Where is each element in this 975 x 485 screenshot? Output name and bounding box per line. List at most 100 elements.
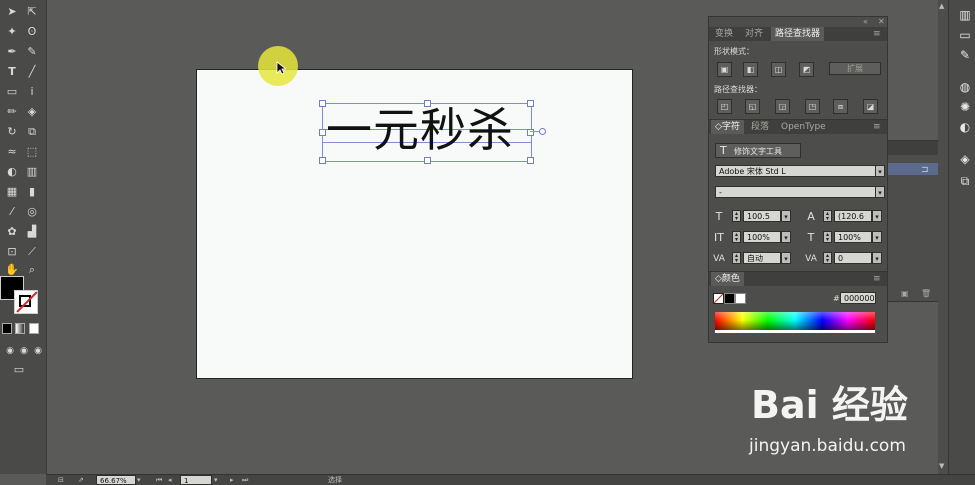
close-panel-icon[interactable]: ✕ (874, 15, 889, 29)
scale-icon[interactable]: ⧉ (24, 124, 40, 140)
stroke-swatch[interactable] (14, 290, 38, 314)
new-layer-icon[interactable]: ▣ (897, 287, 913, 301)
eyedropper-icon[interactable]: ⁄ (4, 204, 20, 220)
color-mode-icon[interactable] (2, 323, 12, 334)
column-graph-icon[interactable]: ▟ (24, 224, 40, 240)
handle-bottom-left[interactable] (319, 157, 326, 164)
selection-icon[interactable]: ➤ (4, 4, 20, 20)
unite-button[interactable]: ▣ (717, 62, 732, 77)
blend-icon[interactable]: ◎ (24, 204, 40, 220)
color-guide-icon[interactable]: ▥ (958, 8, 972, 22)
tracking-stepper[interactable]: ▴ ▾ (823, 252, 832, 264)
tracking-dropdown-icon[interactable]: ▾ (872, 252, 882, 264)
swatches-icon[interactable]: ▭ (958, 28, 972, 42)
rectangle-icon[interactable]: ▭ (4, 84, 20, 100)
white-bar[interactable] (715, 330, 875, 333)
expand-button[interactable]: 扩展 (829, 62, 881, 75)
vertical-scrollbar[interactable]: ▲ ▼ (938, 0, 948, 474)
leading-field[interactable]: (120.6 (834, 210, 872, 222)
brush-icon[interactable]: ⅰ (24, 84, 40, 100)
horizontal-scale-dropdown-icon[interactable]: ▾ (872, 231, 882, 243)
none-swatch-icon[interactable] (713, 293, 724, 304)
handle-middle-left[interactable] (319, 129, 326, 136)
lasso-icon[interactable]: ʘ (24, 24, 40, 40)
font-style-dropdown-icon[interactable]: ▾ (875, 186, 885, 198)
perspective-icon[interactable]: ▥ (24, 164, 40, 180)
layer-target-icon[interactable]: ⊐ (917, 163, 933, 177)
vertical-scale-field[interactable]: 100% (743, 231, 781, 243)
pencil-icon[interactable]: ✏ (4, 104, 20, 120)
leading-dropdown-icon[interactable]: ▾ (872, 210, 882, 222)
text-thread-port[interactable] (539, 128, 546, 135)
panel-menu-icon[interactable]: ≡ (869, 27, 885, 41)
mesh-icon[interactable]: ▦ (4, 184, 20, 200)
vertical-scale-stepper[interactable]: ▴ ▾ (732, 231, 741, 243)
tab-character[interactable]: ◇字符 (711, 120, 744, 134)
intersect-button[interactable]: ◫ (771, 62, 786, 77)
layers-icon[interactable]: ◈ (958, 152, 972, 166)
outline-button[interactable]: ⧈ (833, 99, 848, 114)
font-size-stepper[interactable]: ▴ ▾ (732, 210, 741, 222)
handle-bottom-right[interactable] (527, 157, 534, 164)
tracking-field[interactable]: 0 (834, 252, 872, 264)
divide-button[interactable]: ◰ (717, 99, 732, 114)
font-size-dropdown-icon[interactable]: ▾ (781, 210, 791, 222)
trim-button[interactable]: ◱ (745, 99, 760, 114)
merge-button[interactable]: ◲ (775, 99, 790, 114)
crop-button[interactable]: ◳ (805, 99, 820, 114)
shape-builder-icon[interactable]: ◐ (4, 164, 20, 180)
black-swatch[interactable] (724, 293, 735, 304)
tab-align[interactable]: 对齐 (741, 27, 767, 41)
font-family-dropdown-icon[interactable]: ▾ (875, 165, 885, 177)
handle-top-right[interactable] (527, 100, 534, 107)
color-spectrum[interactable] (715, 312, 875, 330)
headline-text[interactable]: 一元秒杀 (326, 101, 514, 159)
horizontal-scale-field[interactable]: 100% (834, 231, 872, 243)
line-icon[interactable]: ╱ (24, 64, 40, 80)
artboard-icon[interactable]: ⊡ (4, 244, 20, 260)
screen-mode-icon[interactable]: ▭ (11, 362, 27, 378)
none-mode-icon[interactable] (29, 323, 39, 334)
font-size-field[interactable]: 100.5 (743, 210, 781, 222)
handle-top-left[interactable] (319, 100, 326, 107)
magic-wand-icon[interactable]: ✦ (4, 24, 20, 40)
kerning-dropdown-icon[interactable]: ▾ (781, 252, 791, 264)
tab-paragraph[interactable]: 段落 (747, 120, 773, 134)
leading-stepper[interactable]: ▴ ▾ (823, 210, 832, 222)
white-swatch[interactable] (735, 293, 746, 304)
eraser-icon[interactable]: ◈ (24, 104, 40, 120)
type-icon[interactable]: T (4, 64, 20, 80)
tab-pathfinder[interactable]: 路径查找器 (771, 27, 825, 41)
appearance-icon[interactable]: ◍ (958, 80, 972, 94)
gradient-icon[interactable]: ▮ (24, 184, 40, 200)
draw-inside-icon[interactable]: ◉ (30, 343, 46, 359)
zoom-icon[interactable]: ⌕ (24, 262, 40, 278)
vertical-scale-dropdown-icon[interactable]: ▾ (781, 231, 791, 243)
direct-selection-icon[interactable]: ⇱ (24, 4, 40, 20)
collapse-panel-icon[interactable]: « (859, 15, 872, 29)
free-transform-icon[interactable]: ⬚ (24, 144, 40, 160)
tab-opentype[interactable]: OpenType (777, 120, 830, 134)
minus-back-button[interactable]: ◪ (863, 99, 878, 114)
kerning-field[interactable]: 自动 (743, 252, 781, 264)
exclude-button[interactable]: ◩ (799, 62, 814, 77)
tab-color[interactable]: ◇颜色 (711, 272, 744, 286)
curvature-icon[interactable]: ✎ (24, 44, 40, 60)
delete-layer-icon[interactable]: 🗑 (917, 287, 935, 301)
font-family-field[interactable]: Adobe 宋体 Std L (715, 165, 877, 177)
pen-icon[interactable]: ✒ (4, 44, 20, 60)
hex-input[interactable]: 000000 (840, 292, 876, 304)
rotate-icon[interactable]: ↻ (4, 124, 20, 140)
gradient-mode-icon[interactable] (15, 323, 25, 334)
character-panel-menu-icon[interactable]: ≡ (869, 120, 885, 134)
font-style-field[interactable]: - (715, 186, 877, 198)
artboards-icon[interactable]: ⧉ (958, 174, 972, 188)
transparency-icon[interactable]: ◐ (958, 120, 972, 134)
slice-icon[interactable]: ⟋ (24, 244, 40, 260)
tab-transform[interactable]: 变换 (711, 27, 737, 41)
symbol-sprayer-icon[interactable]: ✿ (4, 224, 20, 240)
kerning-stepper[interactable]: ▴ ▾ (732, 252, 741, 264)
touch-type-button[interactable]: 修饰文字工具 (715, 143, 801, 158)
horizontal-scale-stepper[interactable]: ▴ ▾ (823, 231, 832, 243)
graphic-styles-icon[interactable]: ✺ (958, 100, 972, 114)
